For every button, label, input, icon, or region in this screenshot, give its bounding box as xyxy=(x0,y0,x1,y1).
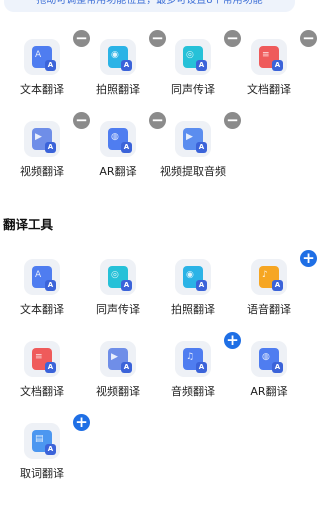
icon-container: ▶ A xyxy=(100,341,136,377)
hint-banner: 拖动可调整常用功能位置，最多可设置8个常用功能 xyxy=(4,0,295,12)
tile-label: 文本翻译 xyxy=(20,303,64,316)
simultaneous-interpret-icon: ◎ A xyxy=(183,46,207,71)
video-translate-icon: ▶ A xyxy=(32,128,56,153)
icon-container: ◉ A − xyxy=(100,30,166,75)
tile-label: 文档翻译 xyxy=(20,385,64,398)
word-pick-translate-icon: ▤ A xyxy=(32,430,56,455)
function-tile[interactable]: ◉ A 拍照翻译 xyxy=(155,259,231,329)
tile-label: 拍照翻译 xyxy=(171,303,215,316)
voice-translate-icon: ♪ A xyxy=(259,266,283,291)
remove-icon[interactable]: − xyxy=(224,112,241,129)
icon-container: ◉ A xyxy=(175,259,211,295)
icon-container: ♫ A + xyxy=(175,332,241,377)
tile-label: 文本翻译 xyxy=(20,83,64,96)
video-translate-icon: ▶ A xyxy=(108,348,132,373)
function-tile[interactable]: A A 文本翻译 xyxy=(4,259,80,329)
function-tile[interactable]: ▶ A 视频翻译 xyxy=(80,341,156,411)
simultaneous-interpret-icon: ◎ A xyxy=(108,266,132,291)
function-tile[interactable]: ▶ A − 视频翻译 xyxy=(4,112,90,191)
video-extract-audio-icon: ▶ A xyxy=(183,128,207,153)
icon-container: AA xyxy=(24,259,60,295)
tile-label: 视频提取音频 xyxy=(160,165,226,178)
function-tile[interactable]: ♫ A + 音频翻译 xyxy=(155,332,241,411)
tile-label: 文档翻译 xyxy=(247,83,291,96)
icon-container: A A − xyxy=(24,30,90,75)
document-translate-icon: ≡ A xyxy=(259,46,283,71)
tile-label: 音频翻译 xyxy=(171,385,215,398)
tile-label: 视频翻译 xyxy=(96,385,140,398)
tile-label: AR翻译 xyxy=(250,385,288,398)
remove-icon[interactable]: − xyxy=(300,30,317,47)
icon-container: ♪ A + xyxy=(251,250,317,295)
icon-container: ◍ A xyxy=(251,341,287,377)
icon-container: ≡ A − xyxy=(251,30,317,75)
audio-translate-icon: ♫ A xyxy=(183,348,207,373)
ar-translate-icon: ◍ A xyxy=(108,128,132,153)
function-tile[interactable]: ♪ A + 语音翻译 xyxy=(231,250,317,329)
tile-label: 同声传译 xyxy=(171,83,215,96)
function-tile[interactable]: ≡ A − 文档翻译 xyxy=(231,30,317,109)
text-translate-icon: AA xyxy=(32,46,56,71)
photo-translate-icon: ◉ A xyxy=(108,46,132,71)
icon-container: ◎ A − xyxy=(175,30,241,75)
function-tile[interactable]: ▶ A − 视频提取音频 xyxy=(155,112,241,191)
tile-label: 拍照翻译 xyxy=(96,83,140,96)
icon-container: ≡ A xyxy=(24,341,60,377)
tile-label: 同声传译 xyxy=(96,303,140,316)
tile-label: 取词翻译 xyxy=(20,467,64,480)
section-title-tools: 翻译工具 xyxy=(3,217,54,232)
function-tile[interactable]: A A − 文本翻译 xyxy=(4,30,90,109)
function-tile[interactable]: ◎ A 同声传译 xyxy=(80,259,156,329)
add-icon[interactable]: + xyxy=(300,250,317,267)
text-translate-icon: AA xyxy=(32,266,56,291)
photo-translate-icon: ◉ A xyxy=(183,266,207,291)
tile-label: 视频翻译 xyxy=(20,165,64,178)
tile-label: AR翻译 xyxy=(99,165,137,178)
icon-container: ◎ A xyxy=(100,259,136,295)
function-tile[interactable]: ◍ A − AR翻译 xyxy=(80,112,166,191)
icon-container: ▤ A + xyxy=(24,414,90,459)
function-tile[interactable]: ▤ A + 取词翻译 xyxy=(4,414,90,493)
function-tile[interactable]: ◉ A − 拍照翻译 xyxy=(80,30,166,109)
tile-label: 语音翻译 xyxy=(247,303,291,316)
icon-container: ◍ A − xyxy=(100,112,166,157)
function-tile[interactable]: ◍ A AR翻译 xyxy=(231,341,307,411)
icon-container: ▶ A − xyxy=(175,112,241,157)
add-icon[interactable]: + xyxy=(73,414,90,431)
icon-container: ▶ A − xyxy=(24,112,90,157)
document-translate-icon: ≡ A xyxy=(32,348,56,373)
function-tile[interactable]: ◎ A − 同声传译 xyxy=(155,30,241,109)
function-tile[interactable]: ≡ A 文档翻译 xyxy=(4,341,80,411)
ar-translate-icon: ◍ A xyxy=(259,348,283,373)
